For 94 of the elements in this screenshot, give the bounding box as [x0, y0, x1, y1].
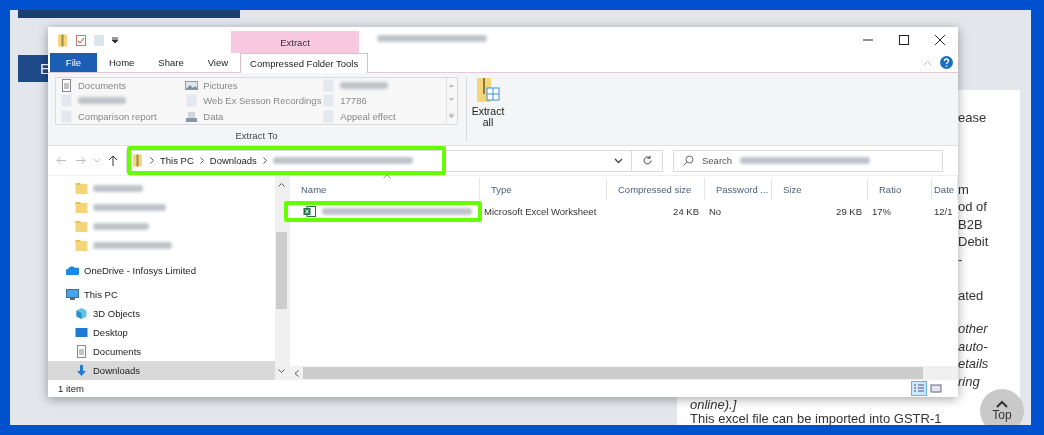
- text-fragment: -: [958, 250, 964, 269]
- table-cell-text: Microsoft Excel Worksheet: [483, 206, 598, 217]
- dropdown-icon[interactable]: [614, 157, 623, 164]
- search-field[interactable]: Search: [673, 149, 943, 172]
- column-header[interactable]: Name: [290, 178, 480, 200]
- destination-item[interactable]: Pictures: [185, 78, 319, 94]
- destination-item[interactable]: Comparison report: [60, 108, 182, 124]
- more-icon[interactable]: [449, 112, 455, 119]
- picture-icon: [185, 79, 199, 93]
- group-label: Extract To: [235, 130, 278, 141]
- zip-folder-icon[interactable]: [56, 33, 69, 47]
- scroll-down-icon[interactable]: [449, 98, 455, 102]
- ribbon-tab[interactable]: File: [50, 53, 97, 72]
- column-header[interactable]: Date: [932, 178, 958, 200]
- cube-icon: [75, 307, 88, 321]
- cloud-icon: [66, 263, 79, 277]
- nav-item[interactable]: 3D Objects: [48, 304, 275, 324]
- collapse-ribbon-icon[interactable]: [923, 59, 932, 66]
- column-header[interactable]: Type: [480, 178, 607, 200]
- column-header[interactable]: Compressed size: [607, 178, 705, 200]
- text-fragment: auto-: [958, 337, 989, 356]
- scroll-left-icon: [294, 369, 299, 377]
- column-header[interactable]: Size: [772, 178, 868, 200]
- sort-icon: [383, 174, 391, 179]
- body-text: This excel file can be imported into GSTR-1: [690, 411, 942, 425]
- text-fragment: ease: [958, 109, 988, 127]
- ribbon-tab[interactable]: Home: [97, 53, 147, 72]
- column-header[interactable]: Ratio: [868, 178, 932, 200]
- nav-item[interactable]: Desktop: [48, 323, 275, 343]
- table-cell-text: 29 KB: [835, 206, 863, 217]
- spreadsheet-icon: [303, 205, 316, 218]
- nav-item[interactable]: Documents: [48, 342, 275, 362]
- text-fragment: od of: [958, 198, 988, 216]
- chevron-icon: [199, 157, 204, 164]
- zip-folder-icon: [476, 77, 500, 103]
- destination-item[interactable]: Appeal effect: [322, 108, 446, 124]
- column-header[interactable]: Password ...: [705, 178, 772, 200]
- file-icon: [322, 79, 336, 93]
- scroll-up-icon[interactable]: [449, 83, 455, 88]
- status-text: 1 item: [58, 383, 84, 394]
- chevron-icon: [262, 157, 267, 164]
- destination-item[interactable]: Data: [185, 108, 319, 124]
- chevron-up-icon: [996, 400, 1008, 408]
- forward-icon[interactable]: [75, 156, 86, 165]
- up-icon[interactable]: [108, 155, 118, 166]
- preview-view-icon[interactable]: [930, 381, 942, 396]
- horizontal-scrollbar[interactable]: [290, 366, 958, 380]
- search-icon: [683, 155, 694, 166]
- nav-item[interactable]: Downloads: [48, 361, 275, 381]
- monitor-icon: [66, 288, 79, 302]
- scroll-up-icon: [278, 182, 285, 187]
- text-fragment: m: [958, 180, 970, 199]
- text-fragment: ated: [958, 286, 985, 305]
- destination-item[interactable]: Web Ex Sesson Recordings: [185, 93, 319, 109]
- text-fragment: etails: [958, 355, 990, 373]
- table-cell-text: 12/1: [933, 206, 954, 217]
- ribbon-tab[interactable]: View: [195, 53, 241, 72]
- body-text: online).]: [690, 398, 737, 412]
- destination-item[interactable]: Documents: [60, 78, 182, 94]
- nav-item[interactable]: OneDrive - Infosys Limited: [48, 260, 275, 280]
- table-cell-text: No: [708, 206, 723, 217]
- download-arrow-icon: [75, 364, 88, 378]
- recent-dropdown-icon[interactable]: [94, 158, 100, 163]
- close-icon: [935, 35, 945, 45]
- vertical-scrollbar[interactable]: [275, 176, 288, 380]
- contextual-tab-header: Extract: [231, 31, 359, 53]
- ribbon-tab[interactable]: Compressed Folder Tools: [240, 53, 369, 73]
- text-fragment: B2B: [958, 215, 984, 234]
- ribbon-tab[interactable]: Share: [146, 53, 196, 72]
- file-icon: [60, 109, 73, 123]
- text-fragment: ring: [958, 372, 981, 391]
- help-icon[interactable]: [940, 56, 953, 69]
- nav-item[interactable]: This PC: [48, 285, 275, 305]
- desktop-icon: [75, 326, 88, 340]
- table-cell-text: 24 KB: [672, 206, 700, 217]
- table-cell-text: 17%: [871, 206, 892, 217]
- back-icon[interactable]: [56, 156, 67, 165]
- maximize-icon: [899, 35, 909, 45]
- refresh-icon: [641, 155, 653, 166]
- destination-item[interactable]: 17786: [322, 93, 446, 109]
- text-fragment: other: [958, 320, 989, 338]
- dropdown-icon[interactable]: [111, 36, 119, 44]
- zip-folder-icon[interactable]: [131, 154, 144, 167]
- back-to-top-button[interactable]: Top: [980, 389, 1024, 425]
- text-fragment: Debit: [958, 233, 990, 251]
- extract-all-button[interactable]: Extract all: [473, 77, 503, 145]
- file-row[interactable]: Microsoft Excel Worksheet 24 KB No 29 KB 17% 12/1: [290, 200, 958, 223]
- details-view-icon[interactable]: [911, 381, 927, 396]
- chevron-icon: [150, 157, 154, 164]
- properties-icon[interactable]: [75, 33, 87, 47]
- file-icon: [322, 109, 336, 123]
- scroll-down-icon: [278, 369, 285, 374]
- drive-icon: [185, 109, 199, 123]
- document-icon: [75, 345, 88, 359]
